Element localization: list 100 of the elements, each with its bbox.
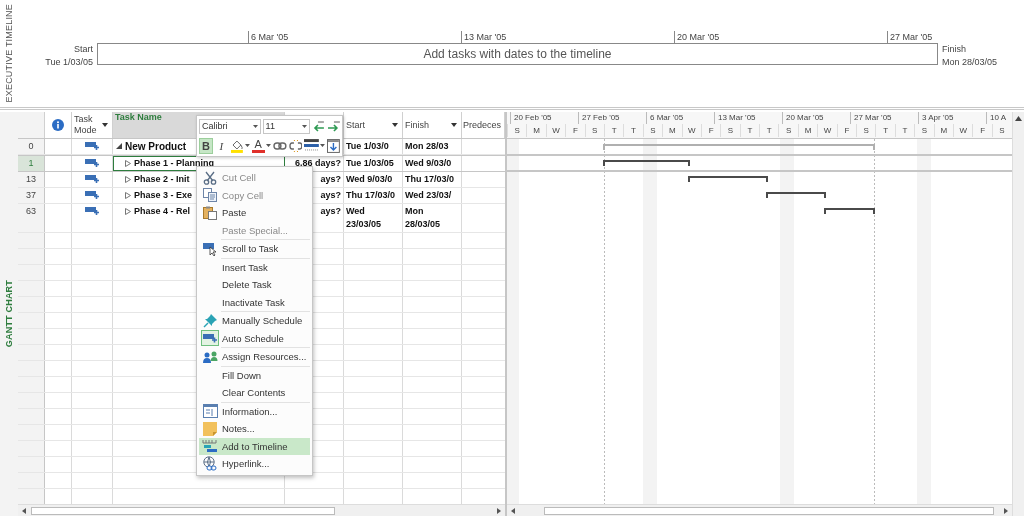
italic-button[interactable]: I xyxy=(214,137,228,154)
bar-with-cursor-icon xyxy=(203,241,217,256)
scroll-right-icon[interactable] xyxy=(496,507,502,514)
menu-item[interactable]: Information... xyxy=(199,402,310,420)
dropdown-caret-icon[interactable] xyxy=(392,123,398,127)
horizontal-scrollbar[interactable] xyxy=(507,504,1012,516)
vertical-scrollbar[interactable] xyxy=(1012,112,1024,516)
menu-item[interactable]: Assign Resources... xyxy=(199,348,310,366)
row-header-cell[interactable] xyxy=(18,473,45,488)
menu-item[interactable]: Delete Task xyxy=(199,276,310,294)
row-header-cell[interactable] xyxy=(18,409,45,424)
day-label: S xyxy=(507,124,527,137)
column-header[interactable]: Start xyxy=(346,119,365,131)
scroll-up-icon[interactable] xyxy=(1015,116,1022,121)
font-name-field[interactable]: Calibri xyxy=(199,119,261,134)
auto-schedule-icon xyxy=(84,207,100,216)
menu-item[interactable]: Add to Timeline xyxy=(199,437,310,455)
menu-item[interactable]: Hyperlink... xyxy=(199,455,310,473)
row-header-cell[interactable] xyxy=(18,457,45,472)
column-header[interactable]: Predeces xyxy=(463,119,502,131)
unlink-icon[interactable] xyxy=(288,139,303,152)
row-header-cell[interactable] xyxy=(18,265,45,280)
row-number[interactable]: 63 xyxy=(18,204,45,232)
scroll-thumb[interactable] xyxy=(543,506,995,515)
column-header[interactable]: Task Mode xyxy=(74,114,100,136)
day-label: F xyxy=(565,124,585,137)
menu-item[interactable]: Insert Task xyxy=(199,258,310,276)
row-header-cell[interactable] xyxy=(18,345,45,360)
auto-schedule-icon xyxy=(84,142,100,151)
week-label: 13 Mar '05 xyxy=(714,112,782,124)
dropdown-caret-icon[interactable] xyxy=(265,144,271,147)
row-number[interactable]: 13 xyxy=(18,172,45,187)
task-name: Phase 4 - Rel xyxy=(134,205,191,218)
timeline-tick: 6 Mar '05 xyxy=(248,31,461,43)
row-number[interactable]: 0 xyxy=(18,139,45,154)
summary-task-bar[interactable] xyxy=(603,160,690,167)
row-header-cell[interactable] xyxy=(18,313,45,328)
dropdown-caret-icon[interactable] xyxy=(451,123,457,127)
day-label: W xyxy=(545,124,566,137)
dropdown-caret-icon[interactable] xyxy=(244,144,250,147)
row-number[interactable]: 37 xyxy=(18,188,45,203)
dropdown-caret-icon[interactable] xyxy=(102,123,108,127)
scroll-left-icon[interactable] xyxy=(510,507,516,514)
scissors-icon xyxy=(203,170,217,185)
scroll-left-icon[interactable] xyxy=(21,507,27,514)
sticky-note-icon xyxy=(203,421,217,436)
expanded-triangle-icon[interactable] xyxy=(116,143,122,149)
dropdown-caret-icon[interactable] xyxy=(252,125,258,128)
row-header-cell[interactable] xyxy=(18,377,45,392)
dropdown-caret-icon[interactable] xyxy=(302,125,308,128)
day-label: S xyxy=(778,124,798,137)
summary-task-bar[interactable] xyxy=(688,176,768,183)
collapsed-triangle-icon[interactable] xyxy=(125,176,131,183)
timeline-bar[interactable]: Add tasks with dates to the timeline xyxy=(97,43,938,65)
menu-item[interactable]: Auto Schedule xyxy=(199,329,310,347)
menu-item[interactable]: Inactivate Task xyxy=(199,293,310,311)
row-header-cell[interactable] xyxy=(18,249,45,264)
menu-item[interactable]: Scroll to Task xyxy=(199,240,310,258)
link-icon[interactable] xyxy=(272,141,287,150)
summary-task-bar[interactable] xyxy=(824,208,875,215)
timeline-icon xyxy=(202,439,218,454)
collapsed-triangle-icon[interactable] xyxy=(125,160,131,167)
scroll-to-task-icon[interactable] xyxy=(327,138,340,153)
highlight-bucket-icon[interactable] xyxy=(229,138,244,153)
row-header-cell[interactable] xyxy=(18,329,45,344)
dropdown-caret-icon[interactable] xyxy=(320,144,326,147)
menu-item[interactable]: Clear Contents xyxy=(199,384,310,402)
menu-item[interactable]: Notes... xyxy=(199,420,310,438)
row-header-cell[interactable] xyxy=(18,281,45,296)
day-label: W xyxy=(817,124,837,137)
summary-task-bar[interactable] xyxy=(766,192,826,199)
collapsed-triangle-icon[interactable] xyxy=(125,192,131,199)
outdent-arrow-icon[interactable] xyxy=(312,121,326,132)
bold-button[interactable]: B xyxy=(199,137,213,154)
row-header-cell[interactable] xyxy=(18,393,45,408)
column-header[interactable]: Task Name xyxy=(115,112,162,123)
row-header-cell[interactable] xyxy=(18,441,45,456)
row-header-cell[interactable] xyxy=(18,361,45,376)
horizontal-scrollbar[interactable] xyxy=(18,504,505,516)
menu-item[interactable]: Manually Schedule xyxy=(199,312,310,330)
scroll-thumb[interactable] xyxy=(31,506,336,515)
duration-cell: ays? xyxy=(320,206,341,216)
week-label: 10 A xyxy=(986,112,1006,124)
start-date-cell: Wed 23/03/05 xyxy=(346,206,382,229)
font-color-button[interactable]: A xyxy=(251,138,265,153)
select-all-corner[interactable] xyxy=(18,112,45,138)
row-header-cell[interactable] xyxy=(18,425,45,440)
bar-style-icon[interactable] xyxy=(304,138,320,153)
row-header-cell[interactable] xyxy=(18,489,45,504)
row-header-cell[interactable] xyxy=(18,233,45,248)
menu-item[interactable]: Paste xyxy=(199,204,310,222)
collapsed-triangle-icon[interactable] xyxy=(125,208,131,215)
column-header[interactable]: Finish xyxy=(405,119,429,131)
row-number[interactable]: 1 xyxy=(18,156,45,171)
indent-arrow-icon[interactable] xyxy=(327,121,340,132)
row-header-cell[interactable] xyxy=(18,297,45,312)
scroll-right-icon[interactable] xyxy=(1003,507,1009,514)
menu-item[interactable]: Fill Down xyxy=(199,366,310,384)
week-label: 20 Mar '05 xyxy=(782,112,850,124)
font-size-field[interactable]: 11 xyxy=(262,119,311,134)
